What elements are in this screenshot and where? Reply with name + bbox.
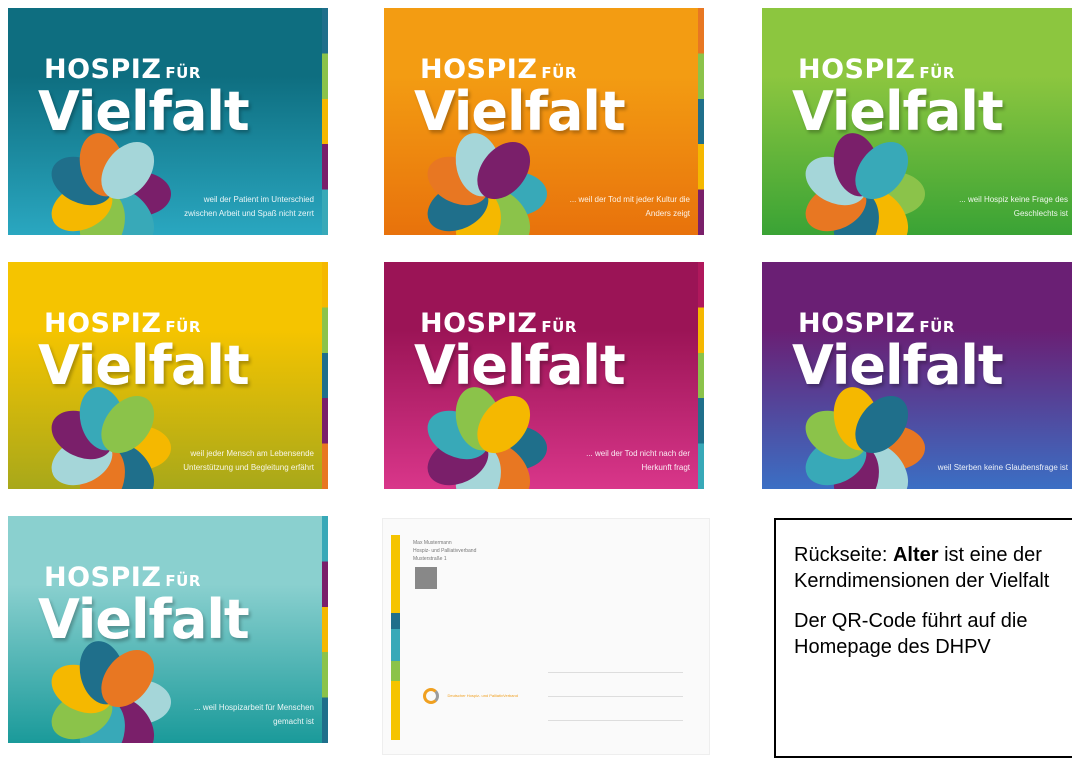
qr-code — [415, 567, 437, 589]
addr-line-1: Max Mustermann — [413, 540, 452, 546]
postcard-5: HOSPIZ FÜR Vielfalt... weil der Tod nicht … — [384, 262, 704, 489]
postcard-back: Max Mustermann Hospiz- und Palliativverb… — [382, 518, 710, 755]
title-vielfalt: Vielfalt — [792, 80, 1004, 143]
card-caption: ... weil Hospizarbeit für Menschen gemac… — [193, 703, 314, 726]
postcard-2: HOSPIZ FÜR Vielfalt... weil der Tod mit je… — [384, 8, 704, 235]
dhpv-logo-text: Deutscher Hospiz- und PalliativVerband — [447, 693, 518, 699]
color-stripe — [322, 262, 328, 489]
addr-line-2: Hospiz- und Palliativverband — [413, 548, 477, 554]
card-caption: weil Sterben keine Glaubensfrage ist — [937, 463, 1068, 472]
description-paragraph-1: Rückseite: Alter ist eine der Kerndimens… — [794, 542, 1064, 594]
card-caption: ... weil der Tod mit jeder Kultur die An… — [569, 195, 690, 218]
color-stripe — [322, 516, 328, 743]
dhpv-logo: Deutscher Hospiz- und PalliativVerband — [423, 687, 518, 705]
color-stripe — [322, 8, 328, 235]
postcard-6: HOSPIZ FÜR Vielfalt weil Sterben keine Glau… — [762, 262, 1072, 489]
title-vielfalt: Vielfalt — [38, 334, 250, 397]
address-line — [548, 673, 683, 697]
bar-segment-1 — [391, 535, 400, 613]
postcard-3: HOSPIZ FÜR Vielfalt... weil Hospiz keine F… — [762, 8, 1072, 235]
bar-segment-2 — [391, 613, 400, 629]
sender-address: Max Mustermann Hospiz- und Palliativverb… — [413, 539, 476, 563]
address-line — [548, 697, 683, 721]
bar-segment-5 — [391, 681, 400, 740]
title-vielfalt: Vielfalt — [38, 80, 250, 143]
postcard-1: HOSPIZ FÜR Vielfalt weil der Patient im Unt… — [8, 8, 328, 235]
color-stripe — [698, 262, 704, 489]
postcard-4: HOSPIZ FÜR Vielfalt weil jeder Mensch am Le… — [8, 262, 328, 489]
card-caption: weil der Patient im Unterschied zwischen… — [184, 195, 314, 218]
para1-bold: Alter — [892, 544, 939, 566]
dhpv-logo-icon — [423, 687, 439, 704]
color-stripe — [698, 8, 704, 235]
card-caption: ... weil Hospiz keine Frage des Geschlec… — [959, 195, 1068, 218]
para1-prefix: Rückseite: — [794, 544, 893, 566]
title-vielfalt: Vielfalt — [414, 80, 626, 143]
card-caption: ... weil der Tod nicht nach der Herkunft… — [586, 449, 690, 472]
title-vielfalt: Vielfalt — [38, 588, 250, 651]
bar-segment-3 — [391, 629, 400, 661]
postcard-7: HOSPIZ FÜR Vielfalt... weil Hospizarbeit f… — [8, 516, 328, 743]
address-line — [548, 649, 683, 673]
description-paragraph-2: Der QR-Code führt auf die Homepage des D… — [794, 610, 1028, 658]
address-lines — [548, 649, 683, 721]
description-box: Rückseite: Alter ist eine der Kerndimens… — [774, 518, 1072, 758]
title-vielfalt: Vielfalt — [792, 334, 1004, 397]
addr-line-3: Musterstraße 1 — [413, 556, 447, 562]
bar-segment-4 — [391, 661, 400, 681]
color-bar — [391, 535, 400, 740]
title-vielfalt: Vielfalt — [414, 334, 626, 397]
card-caption: weil jeder Mensch am Lebensende Unterstü… — [183, 449, 314, 472]
